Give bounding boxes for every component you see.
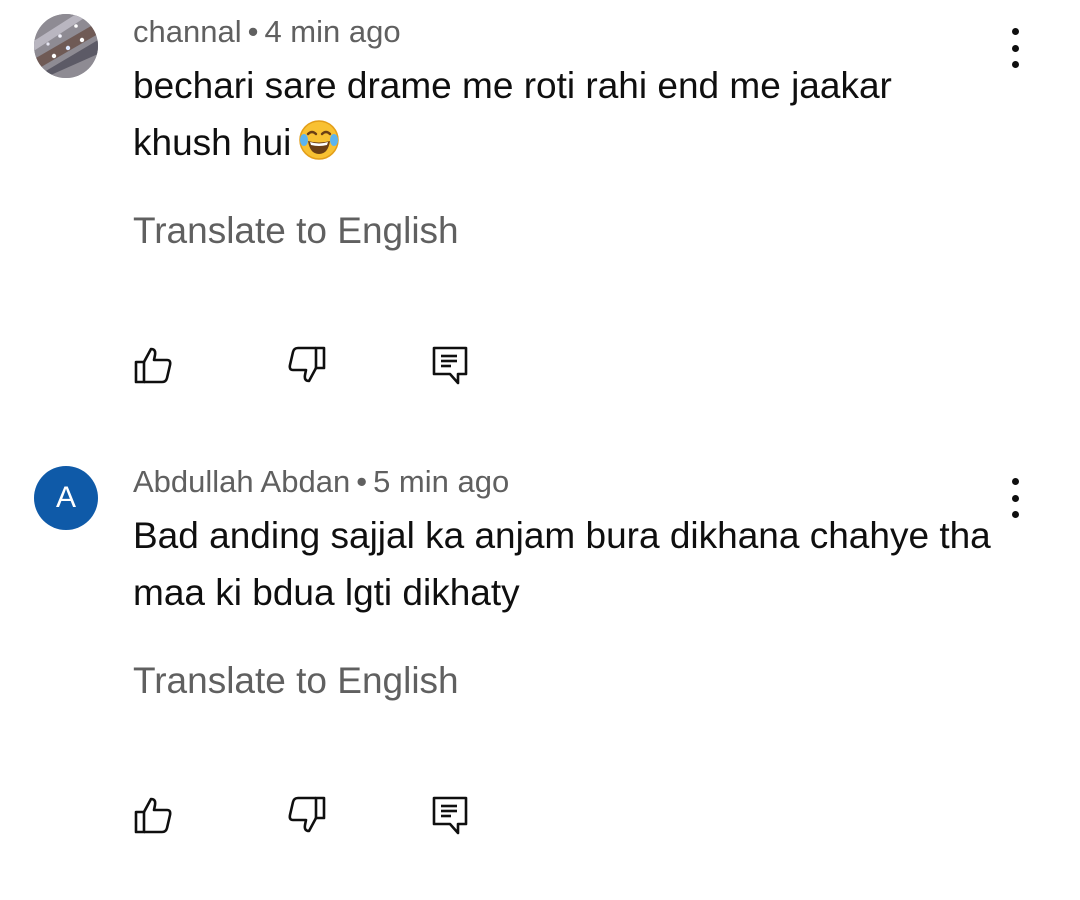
comment-author[interactable]: Abdullah Abdan [133, 464, 350, 499]
comment-text: bechari sare drame me roti rahi end me j… [133, 57, 993, 171]
thumb-up-outline-icon[interactable] [133, 795, 173, 835]
more-vertical-icon[interactable] [1000, 478, 1030, 518]
menu-dot [1011, 28, 1019, 35]
comment-meta: Abdullah Abdan • 5 min ago [133, 464, 509, 500]
menu-dot [1011, 44, 1019, 52]
comment-time: 5 min ago [373, 464, 510, 499]
avatar[interactable]: A [34, 466, 98, 530]
menu-dot [1011, 511, 1019, 518]
comment-actions [133, 345, 473, 385]
thumb-down-outline-icon[interactable] [287, 795, 327, 835]
thumb-up-outline-icon[interactable] [133, 345, 173, 385]
comment-text-body: Bad anding sajjal ka anjam bura dikhana … [133, 515, 991, 613]
translate-link[interactable]: Translate to English [133, 659, 459, 703]
comment-item: A Abdullah Abdan • 5 min ago Bad anding sa… [0, 450, 1080, 900]
menu-dot [1011, 478, 1019, 485]
comment-actions [133, 795, 473, 835]
avatar-photo-icon [34, 14, 98, 78]
comment-reply-icon[interactable] [430, 345, 470, 385]
meta-separator: • [356, 464, 368, 499]
avatar[interactable] [34, 14, 98, 78]
more-vertical-icon[interactable] [1000, 28, 1030, 68]
comment-reply-icon[interactable] [430, 795, 470, 835]
comment-text-body: bechari sare drame me roti rahi end me j… [133, 65, 892, 163]
face-with-tears-of-joy-icon [299, 120, 340, 160]
comment-meta: channal • 4 min ago [133, 14, 401, 50]
menu-dot [1011, 61, 1019, 68]
translate-link[interactable]: Translate to English [133, 209, 459, 253]
comment-item: channal • 4 min ago bechari sare drame me … [0, 0, 1080, 450]
comment-text: Bad anding sajjal ka anjam bura dikhana … [133, 507, 993, 621]
thumb-down-outline-icon[interactable] [287, 345, 327, 385]
comment-time: 4 min ago [264, 14, 401, 49]
comment-author[interactable]: channal [133, 14, 242, 49]
menu-dot [1011, 494, 1019, 502]
avatar-letter: A [55, 481, 76, 514]
meta-separator: • [247, 14, 259, 49]
